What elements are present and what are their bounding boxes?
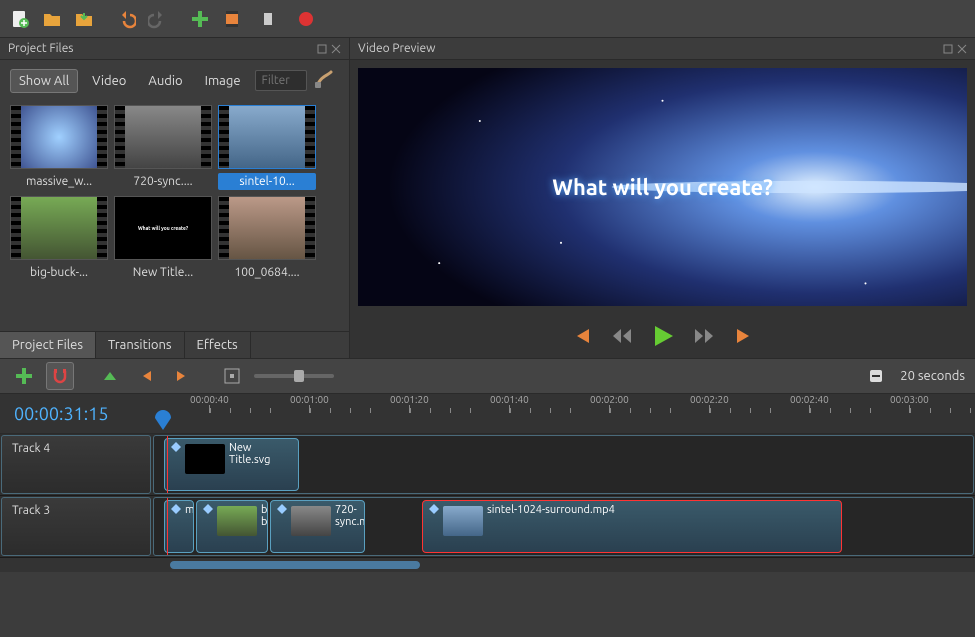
panel-detach-icon[interactable]	[317, 44, 327, 54]
preview-viewport[interactable]: What will you create?	[358, 68, 967, 306]
undo-button[interactable]	[112, 5, 140, 33]
snap-button[interactable]	[46, 362, 74, 390]
jump-start-button[interactable]	[571, 327, 593, 345]
tab-effects[interactable]: Effects	[185, 332, 251, 358]
clip-label: sintel-1024-surround.mp4	[487, 504, 615, 516]
timeline-tracks: Track 4 New Title.svg Track 3 m big-buck- 720…	[0, 434, 975, 558]
center-playhead-button[interactable]	[218, 362, 246, 390]
filter-bar: Show All Video Audio Image	[0, 60, 349, 101]
clip[interactable]: sintel-1024-surround.mp4	[422, 500, 842, 553]
file-thumbnails: massive_w... 720-sync.... sintel-10... big-…	[0, 101, 349, 285]
timeline-ruler[interactable]: 00:00:31:15 00:00:4000:01:0000:01:2000:0…	[0, 394, 975, 434]
zoom-label: 20 seconds	[900, 369, 965, 383]
next-marker-button[interactable]	[168, 362, 196, 390]
track: Track 4 New Title.svg	[0, 434, 975, 496]
transport-controls	[350, 314, 975, 358]
file-thumbnail[interactable]: massive_w...	[10, 105, 108, 190]
video-preview-header: Video Preview	[350, 38, 975, 60]
file-label: 100_0684....	[218, 264, 316, 281]
project-files-header: Project Files	[0, 38, 349, 60]
project-files-panel: Project Files Show All Video Audio Image…	[0, 38, 350, 358]
file-label: massive_w...	[10, 173, 108, 190]
track-lane[interactable]: New Title.svg	[153, 435, 974, 494]
tab-project-files[interactable]: Project Files	[0, 332, 96, 358]
new-file-button[interactable]	[6, 5, 34, 33]
file-thumbnail[interactable]: 100_0684....	[218, 196, 316, 281]
file-label: 720-sync....	[114, 173, 212, 190]
file-thumbnail[interactable]: What will you create?New Title...	[114, 196, 212, 281]
project-files-title: Project Files	[8, 42, 74, 55]
clear-filter-icon[interactable]	[313, 68, 335, 93]
clip-effects-icon	[203, 504, 213, 517]
zoom-menu-button[interactable]	[862, 362, 890, 390]
filter-audio[interactable]: Audio	[140, 70, 190, 92]
filter-image[interactable]: Image	[197, 70, 249, 92]
file-thumbnail[interactable]: 720-sync....	[114, 105, 212, 190]
filter-input[interactable]	[255, 70, 307, 91]
tab-transitions[interactable]: Transitions	[96, 332, 185, 358]
marker-button[interactable]	[218, 5, 246, 33]
forward-button[interactable]	[693, 327, 715, 345]
preview-overlay-text: What will you create?	[552, 175, 773, 200]
save-file-button[interactable]	[70, 5, 98, 33]
play-button[interactable]	[651, 324, 675, 348]
playhauthor -icon[interactable]	[155, 410, 171, 432]
bottom-tabs: Project Files Transitions Effects	[0, 331, 349, 358]
clip[interactable]: m	[164, 500, 194, 553]
file-label: New Title...	[114, 264, 212, 281]
track-lane[interactable]: m big-buck- 720-sync.mp4 sintel-1024-surrou…	[153, 497, 974, 556]
import-button[interactable]	[186, 5, 214, 33]
clip-label: New Title.svg	[229, 442, 292, 466]
timeline-scrollbar[interactable]	[0, 558, 975, 572]
filter-show-all[interactable]: Show All	[10, 69, 78, 93]
file-label: big-buck-...	[10, 264, 108, 281]
video-preview-title: Video Preview	[358, 42, 435, 55]
jump-end-button[interactable]	[733, 327, 755, 345]
video-preview-panel: Video Preview What	[350, 38, 975, 358]
main-toolbar	[0, 0, 975, 38]
add-track-button[interactable]	[10, 362, 38, 390]
clip[interactable]: New Title.svg	[164, 438, 299, 491]
add-marker-button[interactable]	[96, 362, 124, 390]
timeline-toolbar: 20 seconds	[0, 358, 975, 394]
open-file-button[interactable]	[38, 5, 66, 33]
filter-video[interactable]: Video	[84, 70, 134, 92]
track: Track 3 m big-buck- 720-sync.mp4 sintel-1024…	[0, 496, 975, 558]
clip-effects-icon	[277, 504, 287, 517]
timecode: 00:00:31:15	[0, 394, 150, 433]
redo-button[interactable]	[144, 5, 172, 33]
panel-close-icon[interactable]	[331, 44, 341, 54]
record-button[interactable]	[292, 5, 320, 33]
clip[interactable]: big-buck-	[196, 500, 268, 553]
file-thumbnail[interactable]: sintel-10...	[218, 105, 316, 190]
preview-close-icon[interactable]	[957, 44, 967, 54]
preview-detach-icon[interactable]	[943, 44, 953, 54]
prev-marker-button[interactable]	[132, 362, 160, 390]
file-label: sintel-10...	[218, 173, 316, 190]
clip[interactable]: 720-sync.mp4	[270, 500, 365, 553]
clip-label: 720-sync.mp4	[335, 504, 365, 528]
track-header[interactable]: Track 3	[1, 497, 151, 556]
file-thumbnail[interactable]: big-buck-...	[10, 196, 108, 281]
track-header[interactable]: Track 4	[1, 435, 151, 494]
clip-effects-icon	[171, 504, 181, 517]
clip-label: big-buck-	[261, 504, 268, 528]
clip-label: m	[185, 504, 194, 516]
clip-effects-icon	[429, 504, 439, 517]
zoom-slider[interactable]	[254, 374, 334, 378]
marker2-button[interactable]	[250, 5, 278, 33]
rewind-button[interactable]	[611, 327, 633, 345]
clip-effects-icon	[171, 442, 181, 455]
